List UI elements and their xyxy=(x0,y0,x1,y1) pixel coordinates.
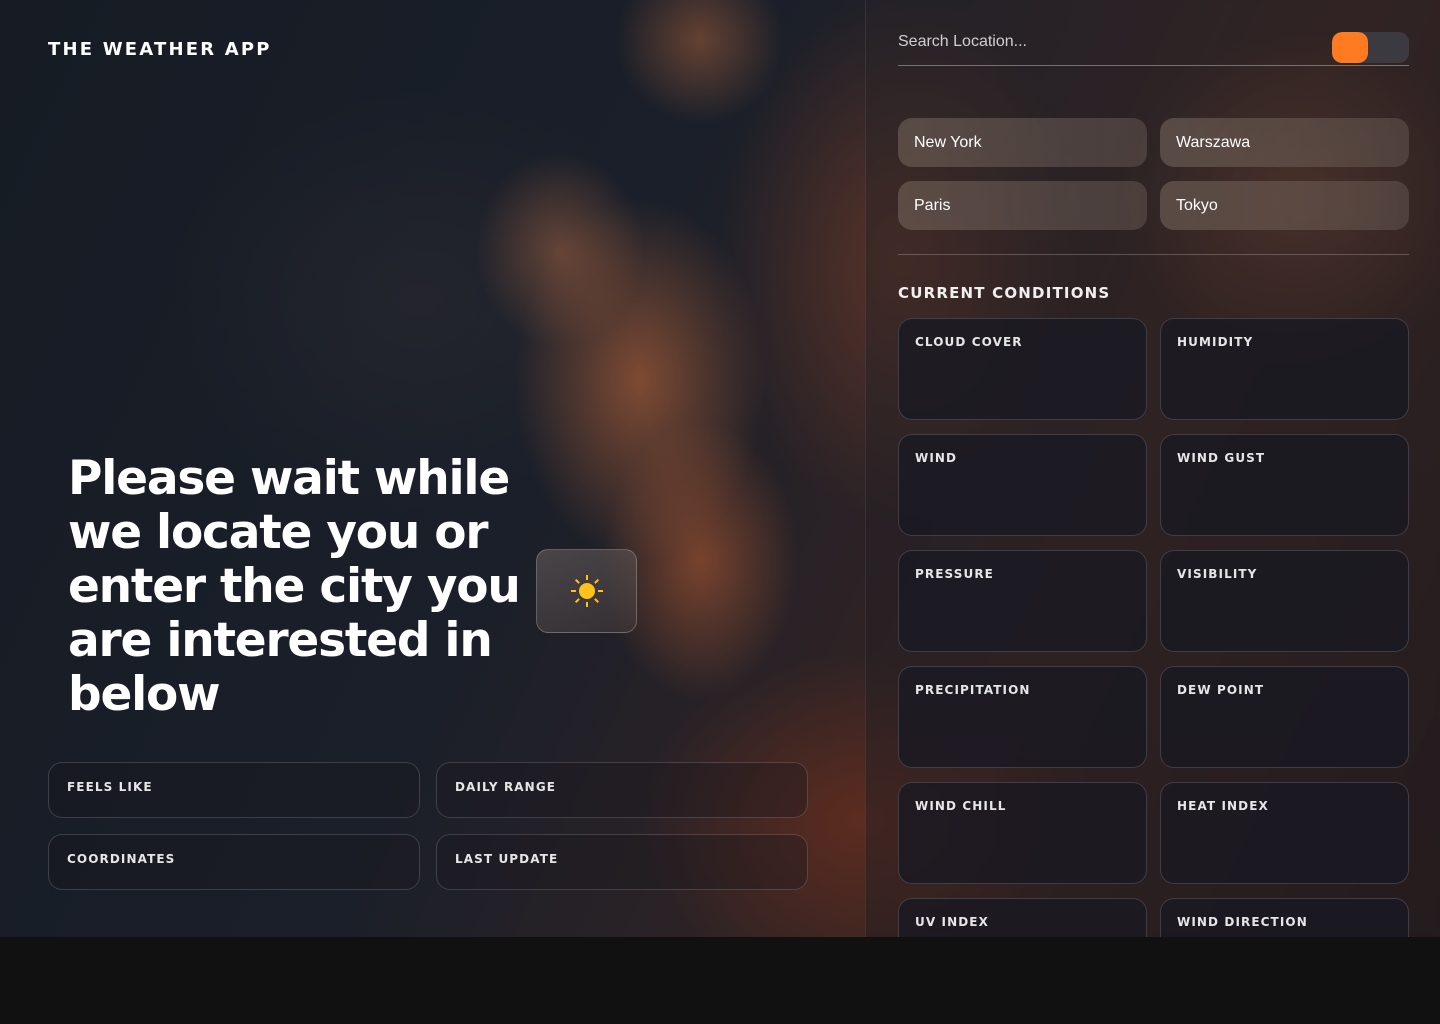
card-label: VISIBILITY xyxy=(1177,567,1258,581)
card-label: LAST UPDATE xyxy=(455,852,559,866)
card-label: CLOUD COVER xyxy=(915,335,1023,349)
card-label: WIND DIRECTION xyxy=(1177,915,1308,929)
heat-index-card: HEAT INDEX xyxy=(1160,782,1409,884)
wind-chill-card: WIND CHILL xyxy=(898,782,1147,884)
precipitation-card: PRECIPITATION xyxy=(898,666,1147,768)
pressure-card: PRESSURE xyxy=(898,550,1147,652)
side-panel: New York Warszawa Paris Tokyo CURRENT CO… xyxy=(865,0,1440,937)
coordinates-card: COORDINATES xyxy=(48,834,420,890)
city-button-tokyo[interactable]: Tokyo xyxy=(1160,181,1409,230)
wind-card: WIND xyxy=(898,434,1147,536)
last-update-card: LAST UPDATE xyxy=(436,834,808,890)
humidity-card: HUMIDITY xyxy=(1160,318,1409,420)
card-label: FEELS LIKE xyxy=(67,780,153,794)
city-button-new-york[interactable]: New York xyxy=(898,118,1147,167)
card-label: WIND CHILL xyxy=(915,799,1007,813)
city-button-warszawa[interactable]: Warszawa xyxy=(1160,118,1409,167)
card-label: COORDINATES xyxy=(67,852,176,866)
theme-toggle[interactable] xyxy=(1332,32,1409,63)
location-prompt-headline: Please wait while we locate you or enter… xyxy=(68,451,521,722)
city-button-paris[interactable]: Paris xyxy=(898,181,1147,230)
wind-direction-card: WIND DIRECTION xyxy=(1160,898,1409,937)
card-label: PRECIPITATION xyxy=(915,683,1031,697)
weather-icon-tile xyxy=(536,549,637,633)
card-label: PRESSURE xyxy=(915,567,994,581)
toggle-knob xyxy=(1332,32,1368,63)
card-label: UV INDEX xyxy=(915,915,989,929)
card-label: HEAT INDEX xyxy=(1177,799,1269,813)
search-bar xyxy=(898,28,1409,66)
card-label: DAILY RANGE xyxy=(455,780,557,794)
card-label: DEW POINT xyxy=(1177,683,1265,697)
card-label: HUMIDITY xyxy=(1177,335,1254,349)
card-label: WIND xyxy=(915,451,958,465)
card-label: WIND GUST xyxy=(1177,451,1266,465)
dew-point-card: DEW POINT xyxy=(1160,666,1409,768)
daily-range-card: DAILY RANGE xyxy=(436,762,808,818)
sun-icon xyxy=(570,575,603,607)
visibility-card: VISIBILITY xyxy=(1160,550,1409,652)
wind-gust-card: WIND GUST xyxy=(1160,434,1409,536)
cloud-cover-card: CLOUD COVER xyxy=(898,318,1147,420)
divider xyxy=(898,254,1409,255)
uv-index-card: UV INDEX xyxy=(898,898,1147,937)
search-location-input[interactable] xyxy=(898,28,1318,56)
weather-app: THE WEATHER APP Please wait while we loc… xyxy=(0,0,1440,937)
current-conditions-title: CURRENT CONDITIONS xyxy=(898,284,1111,302)
feels-like-card: FEELS LIKE xyxy=(48,762,420,818)
app-title: THE WEATHER APP xyxy=(48,39,272,60)
